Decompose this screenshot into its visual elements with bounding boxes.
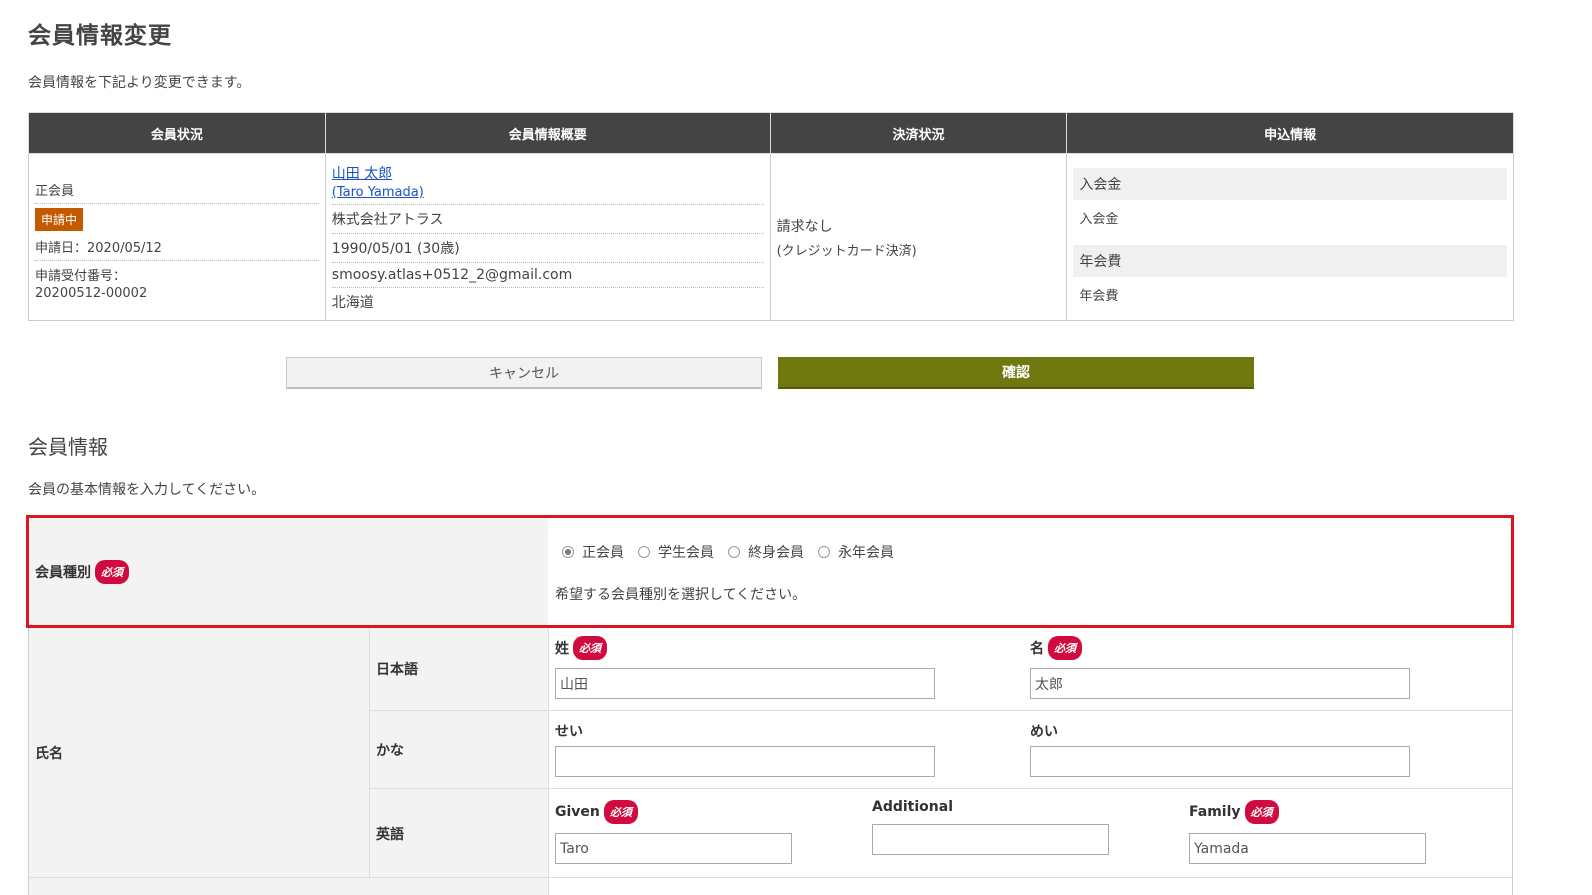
required-badge: 必須 xyxy=(573,636,607,660)
birth-text: 1990/05/01 (30歳) xyxy=(331,234,764,263)
last-name-label-row: 姓 必須 xyxy=(555,636,607,660)
application-head-annual: 年会費 xyxy=(1073,245,1507,277)
status-badge: 申請中 xyxy=(35,207,84,231)
application-head-entry: 入会金 xyxy=(1073,168,1507,200)
payment-method: (クレジットカード決済) xyxy=(776,243,917,259)
status-cell: 正会員 申請中 申請日：2020/05/12 申請受付番号： 20200512-… xyxy=(28,153,326,321)
additional-name-input[interactable] xyxy=(872,824,1109,855)
name-label: 氏名 xyxy=(35,746,63,762)
member-type-highlight xyxy=(26,515,1514,628)
english-label-cell: 英語 xyxy=(370,789,548,878)
application-cell: 入会金 入会金 年会費 年会費 xyxy=(1066,153,1514,321)
japanese-label: 日本語 xyxy=(376,662,418,678)
section-intro: 会員の基本情報を入力してください。 xyxy=(28,482,266,498)
cancel-button[interactable]: キャンセル xyxy=(286,357,762,389)
page-intro: 会員情報を下記より変更できます。 xyxy=(28,75,251,91)
english-label: 英語 xyxy=(376,826,404,843)
summary-header-status: 会員状況 xyxy=(28,112,326,154)
first-name-input[interactable] xyxy=(1030,668,1410,699)
summary-header-application: 申込情報 xyxy=(1066,112,1514,154)
required-badge: 必須 xyxy=(1048,636,1082,660)
overview-cell: 山田 太郎 (Taro Yamada) 株式会社アトラス 1990/05/01 … xyxy=(324,153,771,321)
name-label-cell: 氏名 xyxy=(29,628,369,878)
last-name-kana-label: せい xyxy=(555,724,583,740)
required-badge: 必須 xyxy=(603,800,638,824)
given-name-label-row: Given 必須 xyxy=(555,800,638,824)
first-name-kana-input[interactable] xyxy=(1030,746,1410,777)
receipt-label: 申請受付番号： xyxy=(35,268,127,284)
page-title: 会員情報変更 xyxy=(28,23,172,49)
summary-header-overview: 会員情報概要 xyxy=(324,112,771,154)
kana-label-cell: かな xyxy=(370,711,548,788)
japanese-label-cell: 日本語 xyxy=(370,628,548,710)
section-title: 会員情報 xyxy=(28,435,108,459)
family-name-input[interactable] xyxy=(1189,833,1426,864)
last-name-input[interactable] xyxy=(555,668,935,699)
member-type-text: 正会員 xyxy=(35,174,319,204)
additional-name-label: Additional xyxy=(872,799,953,815)
last-name-kana-input[interactable] xyxy=(555,746,935,777)
member-name-en-link[interactable]: (Taro Yamada) xyxy=(332,185,424,200)
family-name-label-row: Family 必須 xyxy=(1189,800,1279,824)
given-name-input[interactable] xyxy=(555,833,792,864)
region-text: 北海道 xyxy=(331,294,374,311)
summary-header-payment: 決済状況 xyxy=(769,112,1068,154)
applied-date: 申請日：2020/05/12 xyxy=(35,233,319,261)
first-name-kana-label: めい xyxy=(1030,724,1058,740)
kana-label: かな xyxy=(376,742,404,759)
member-summary-table: 会員状況 会員情報概要 決済状況 申込情報 正会員 申請中 申請日：2020/0… xyxy=(28,112,1514,321)
application-value-entry: 入会金 xyxy=(1079,212,1119,227)
next-row-label-cell xyxy=(29,878,548,895)
confirm-button[interactable]: 確認 xyxy=(778,357,1254,389)
payment-cell: 請求なし (クレジットカード決済) xyxy=(769,153,1068,321)
payment-status: 請求なし xyxy=(776,218,833,235)
application-value-annual: 年会費 xyxy=(1079,289,1119,304)
receipt-number: 20200512-00002 xyxy=(35,285,148,301)
member-name-link[interactable]: 山田 太郎 xyxy=(332,166,392,182)
company-text: 株式会社アトラス xyxy=(331,205,764,234)
required-badge: 必須 xyxy=(1244,800,1279,824)
email-text: smoosy.atlas+0512_2@gmail.com xyxy=(331,263,764,288)
first-name-label-row: 名 必須 xyxy=(1030,636,1082,660)
